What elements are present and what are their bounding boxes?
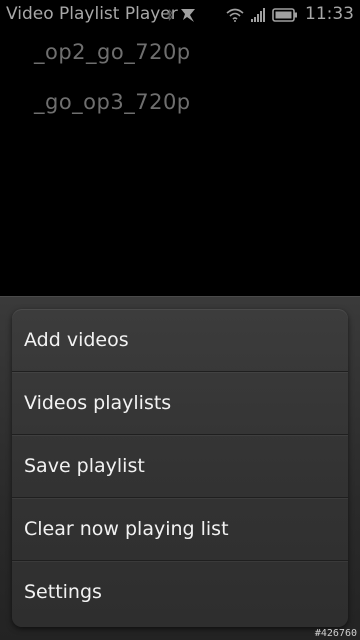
notification-icon (180, 7, 196, 23)
clock: 11:33 (305, 4, 354, 24)
menu-item-label: Add videos (24, 329, 129, 351)
menu-item-add-videos[interactable]: Add videos (12, 309, 348, 372)
menu-item-clear-now-playing-list[interactable]: Clear now playing list (12, 498, 348, 561)
menu-item-label: Clear now playing list (24, 518, 229, 540)
menu-item-save-playlist[interactable]: Save playlist (12, 435, 348, 498)
options-menu-sheet: Add videos Videos playlists Save playlis… (0, 296, 360, 640)
playlist-item[interactable]: _op2_go_720p (34, 40, 191, 64)
wifi-icon (226, 8, 244, 22)
menu-item-label: Save playlist (24, 455, 145, 477)
menu-item-settings[interactable]: Settings (12, 561, 348, 623)
menu-item-label: Settings (24, 581, 102, 603)
playlist-item[interactable]: _go_op3_720p (34, 90, 191, 114)
now-playing-list: _op2_go_720p _go_op3_720p (0, 30, 360, 296)
bluetooth-icon (166, 8, 174, 22)
menu-item-videos-playlists[interactable]: Videos playlists (12, 372, 348, 435)
screen: Video Playlist Player 11:33 _op2_go_720p… (0, 0, 360, 640)
options-menu: Add videos Videos playlists Save playlis… (12, 309, 348, 627)
battery-icon (272, 8, 298, 22)
signal-icon (250, 8, 266, 22)
watermark-text: #426760 (314, 628, 357, 639)
status-icons (166, 5, 298, 25)
menu-item-label: Videos playlists (24, 392, 172, 414)
status-bar: Video Playlist Player 11:33 (0, 0, 360, 30)
app-title: Video Playlist Player (6, 4, 178, 24)
